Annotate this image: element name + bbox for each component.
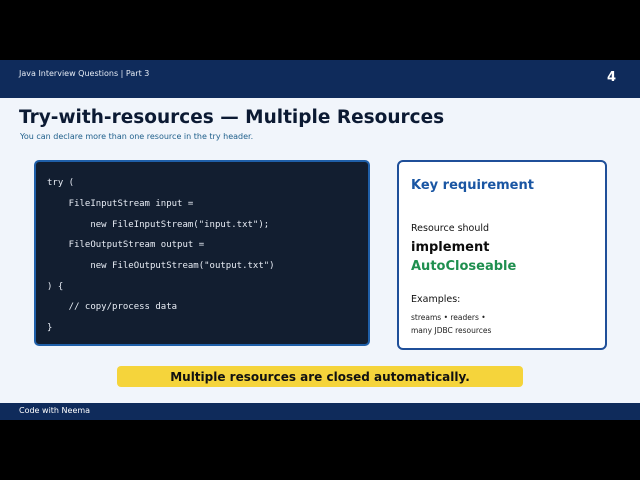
code-block: try ( FileInputStream input = new FileIn… [34,160,370,346]
page-number: 4 [606,70,616,85]
code-line: // copy/process data [47,302,178,312]
page-title: Try-with-resources — Multiple Resources [19,107,445,128]
card-heading: Key requirement [411,178,534,193]
card-examples-line: streams • readers • [411,313,486,322]
code-line: try ( [47,178,75,188]
footer-brand: Code with Neema [19,406,91,415]
slide: Java Interview Questions | Part 3 4 Try-… [0,60,640,420]
header-bar: Java Interview Questions | Part 3 4 [0,60,640,98]
card-implement-text: implement [411,240,490,255]
code-line: ) { [47,282,64,292]
series-title: Java Interview Questions | Part 3 [19,69,150,78]
footer-bar: Code with Neema [0,403,640,420]
card-examples-label: Examples: [411,294,461,305]
card-interface-name: AutoCloseable [411,259,517,274]
card-resource-text: Resource should [411,223,490,234]
key-requirement-card: Key requirement Resource should implemen… [397,160,607,350]
code-line: } [47,323,53,333]
code-line: FileOutputStream output = [47,240,205,250]
code-line: new FileOutputStream("output.txt") [47,261,275,271]
page-subtitle: You can declare more than one resource i… [20,132,254,141]
callout-banner: Multiple resources are closed automatica… [117,366,523,387]
card-examples-line: many JDBC resources [411,326,492,335]
code-line: FileInputStream input = [47,199,194,209]
code-line: new FileInputStream("input.txt"); [47,220,270,230]
